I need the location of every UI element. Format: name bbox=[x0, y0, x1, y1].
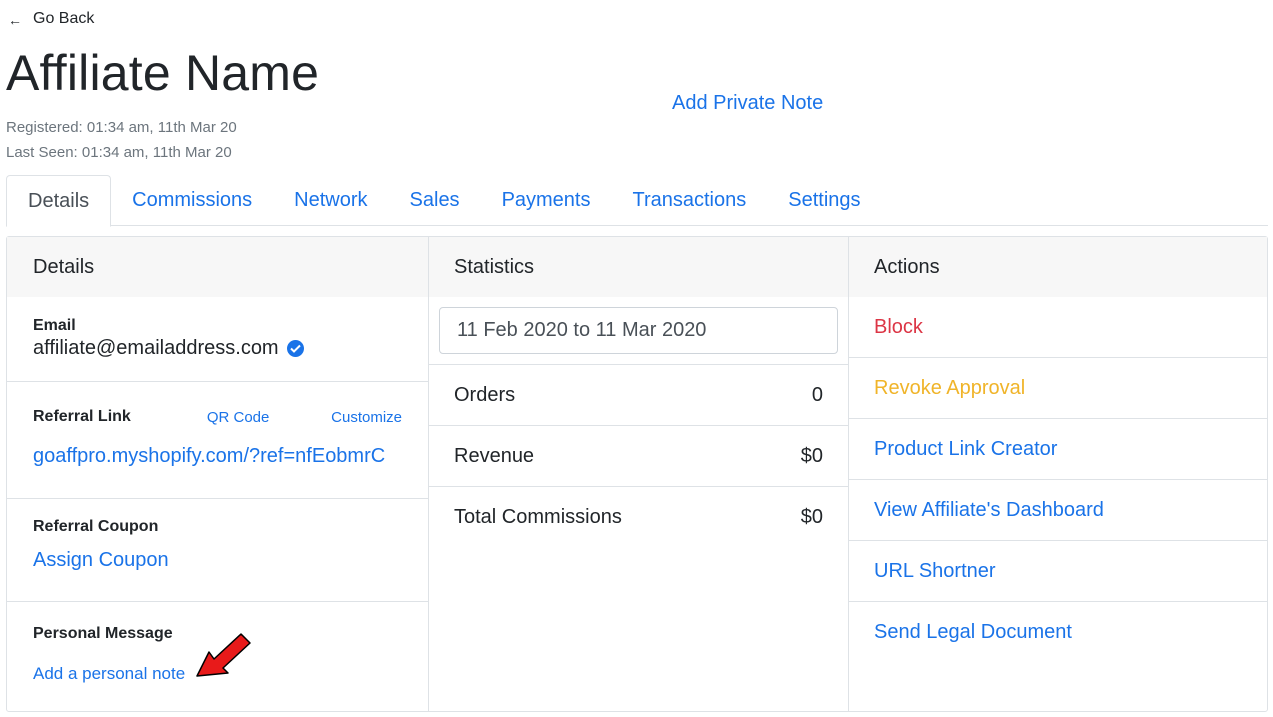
tab-transactions[interactable]: Transactions bbox=[612, 175, 768, 226]
arrow-left-icon: ← bbox=[8, 12, 22, 28]
url-shortner-action[interactable]: URL Shortner bbox=[849, 541, 1267, 602]
customize-link[interactable]: Customize bbox=[331, 409, 402, 426]
stat-label: Revenue bbox=[454, 444, 535, 467]
referral-link-header: Referral Link QR Code Customize bbox=[33, 408, 402, 426]
divider bbox=[429, 354, 848, 365]
details-heading: Details bbox=[7, 237, 428, 297]
referral-coupon-section: Referral Coupon Assign Coupon bbox=[7, 499, 428, 602]
tab-details[interactable]: Details bbox=[6, 175, 112, 227]
go-back-label: Go Back bbox=[33, 9, 95, 27]
tab-commissions[interactable]: Commissions bbox=[111, 175, 273, 226]
email-section: Email affiliate@emailaddress.com bbox=[7, 297, 428, 382]
date-range-picker[interactable]: 11 Feb 2020 to 11 Mar 2020 bbox=[439, 307, 838, 354]
stat-row-total-commissions: Total Commissions $0 bbox=[429, 487, 848, 548]
verified-check-icon bbox=[286, 340, 304, 357]
statistics-panel: Statistics 11 Feb 2020 to 11 Mar 2020 Or… bbox=[428, 237, 848, 711]
referral-link-section: Referral Link QR Code Customize goaffpro… bbox=[7, 382, 428, 499]
assign-coupon-link[interactable]: Assign Coupon bbox=[33, 549, 402, 572]
statistics-heading: Statistics bbox=[429, 237, 848, 297]
qr-code-link[interactable]: QR Code bbox=[207, 409, 270, 426]
stat-label: Orders bbox=[454, 383, 516, 406]
go-back-link[interactable]: ← Go Back bbox=[8, 9, 95, 29]
referral-coupon-label: Referral Coupon bbox=[33, 518, 159, 535]
tab-payments[interactable]: Payments bbox=[481, 175, 612, 226]
referral-link-url[interactable]: goaffpro.myshopify.com/?ref=nfEobmrC bbox=[33, 445, 402, 468]
tab-settings[interactable]: Settings bbox=[767, 175, 881, 226]
annotation-arrow-icon bbox=[196, 633, 251, 677]
last-seen-date: Last Seen: 01:34 am, 11th Mar 20 bbox=[6, 144, 232, 161]
stat-row-orders: Orders 0 bbox=[429, 365, 848, 426]
add-private-note-link[interactable]: Add Private Note bbox=[672, 92, 823, 115]
stat-label: Total Commissions bbox=[454, 506, 622, 528]
email-label: Email bbox=[33, 317, 76, 334]
details-panel: Details Email affiliate@emailaddress.com… bbox=[7, 237, 428, 711]
personal-message-section: Personal Message Add a personal note bbox=[7, 602, 428, 684]
send-legal-document-action[interactable]: Send Legal Document bbox=[849, 602, 1267, 663]
registered-date: Registered: 01:34 am, 11th Mar 20 bbox=[6, 119, 237, 136]
email-value: affiliate@emailaddress.com bbox=[33, 337, 279, 359]
add-personal-note-link[interactable]: Add a personal note bbox=[33, 664, 185, 684]
stat-value: 0 bbox=[811, 383, 823, 406]
actions-heading: Actions bbox=[849, 237, 1267, 297]
tab-network[interactable]: Network bbox=[273, 175, 388, 226]
stat-value: $0 bbox=[800, 506, 823, 528]
actions-panel: Actions Block Revoke Approval Product Li… bbox=[848, 237, 1267, 711]
stat-row-revenue: Revenue $0 bbox=[429, 426, 848, 487]
view-affiliate-dashboard-action[interactable]: View Affiliate's Dashboard bbox=[849, 480, 1267, 541]
tab-bar: Details Commissions Network Sales Paymen… bbox=[6, 175, 1268, 227]
referral-link-label: Referral Link bbox=[33, 408, 131, 425]
block-action[interactable]: Block bbox=[849, 297, 1267, 358]
revoke-approval-action[interactable]: Revoke Approval bbox=[849, 358, 1267, 419]
details-grid: Details Email affiliate@emailaddress.com… bbox=[6, 236, 1268, 712]
tab-sales[interactable]: Sales bbox=[389, 175, 481, 226]
email-row: affiliate@emailaddress.com bbox=[33, 337, 402, 360]
product-link-creator-action[interactable]: Product Link Creator bbox=[849, 419, 1267, 480]
stat-value: $0 bbox=[800, 444, 823, 467]
page-title: Affiliate Name bbox=[6, 45, 320, 101]
